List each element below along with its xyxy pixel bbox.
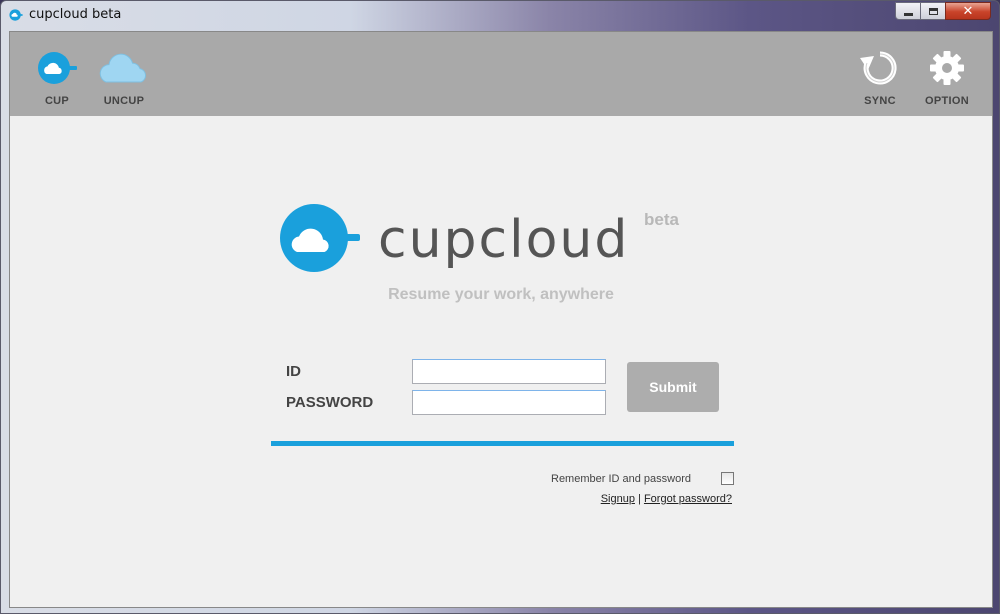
sync-icon: [860, 51, 897, 85]
window-controls: ✕: [895, 2, 991, 20]
cup-button[interactable]: CUP: [36, 50, 78, 107]
minimize-icon: [903, 12, 913, 16]
sync-label: SYNC: [864, 95, 896, 107]
cup-cloud-icon: [38, 52, 77, 84]
option-button[interactable]: OPTION: [918, 50, 976, 107]
remember-label: Remember ID and password: [551, 473, 692, 485]
uncup-label: UNCUP: [103, 95, 145, 107]
account-links: Signup | Forgot password?: [601, 493, 732, 505]
app-window: cupcloud beta ✕ CUP UNCUP SYNC OPTION cu…: [0, 0, 1000, 614]
cupcloud-logo-icon: [280, 204, 360, 272]
id-input[interactable]: [412, 359, 606, 384]
minimize-button[interactable]: [895, 2, 921, 20]
signup-link[interactable]: Signup: [601, 493, 635, 505]
maximize-button[interactable]: [920, 2, 946, 20]
brand-name: cupcloud: [378, 210, 630, 270]
option-label: OPTION: [925, 95, 969, 107]
password-label: PASSWORD: [286, 394, 374, 411]
window-title: cupcloud beta: [29, 7, 122, 22]
beta-badge: beta: [644, 210, 679, 229]
sync-button[interactable]: SYNC: [858, 50, 902, 107]
maximize-icon: [928, 7, 938, 15]
submit-button[interactable]: Submit: [627, 362, 719, 412]
tagline: Resume your work, anywhere: [388, 286, 614, 303]
cloud-icon: [99, 53, 147, 83]
gear-icon: [930, 51, 964, 85]
forgot-password-link[interactable]: Forgot password?: [644, 493, 732, 505]
accent-divider: [271, 441, 734, 446]
password-input[interactable]: [412, 390, 606, 415]
close-icon: ✕: [962, 3, 974, 19]
uncup-button[interactable]: UNCUP: [96, 50, 152, 107]
remember-checkbox[interactable]: [721, 472, 734, 485]
title-bar[interactable]: cupcloud beta ✕: [1, 1, 999, 29]
toolbar: CUP UNCUP SYNC OPTION: [10, 32, 992, 116]
main-panel: CUP UNCUP SYNC OPTION cupcloud beta Resu…: [9, 31, 993, 608]
id-label: ID: [286, 363, 301, 380]
app-icon: [9, 9, 23, 21]
cup-label: CUP: [44, 95, 70, 107]
close-button[interactable]: ✕: [945, 2, 991, 20]
link-separator: |: [638, 493, 641, 505]
